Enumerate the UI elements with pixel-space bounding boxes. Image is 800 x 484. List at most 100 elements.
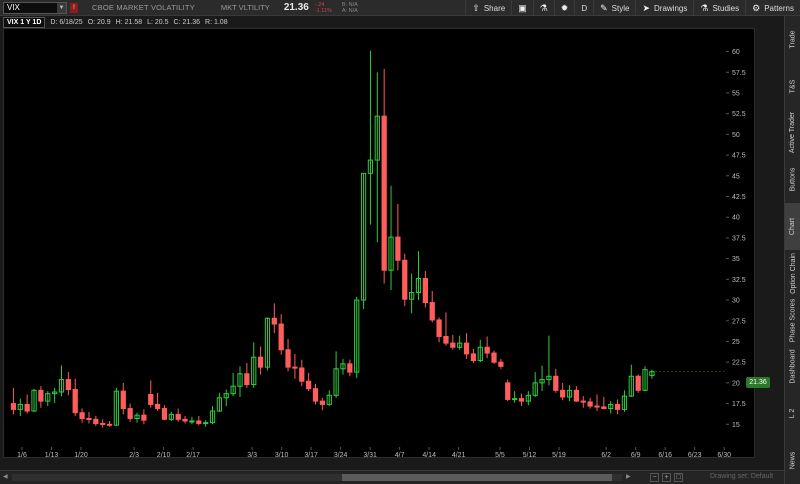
gear-icon: ✹ <box>560 2 569 13</box>
candle-body <box>553 375 559 391</box>
candle-body <box>614 403 621 410</box>
sidebar-tab-news[interactable]: News <box>785 437 800 484</box>
chevron-down-icon[interactable]: ▼ <box>57 2 66 13</box>
candle-body <box>573 389 580 402</box>
change-percent: -1.11% <box>314 7 332 14</box>
patterns-label: Patterns <box>764 3 794 13</box>
sidebar-tab-dashboard[interactable]: Dashboard <box>785 344 800 391</box>
candle-body <box>72 389 78 414</box>
flask-button[interactable]: ⚗ <box>532 0 554 16</box>
sidebar-tab-t-s[interactable]: T&S <box>785 63 800 110</box>
style-icon: ✎ <box>600 2 608 13</box>
price-change: -.24 -1.11% <box>315 2 332 14</box>
candle-body <box>560 389 566 398</box>
candle-body <box>141 414 147 421</box>
bid-value: B: N/A <box>341 1 358 8</box>
right-sidebar: Trade T&S Active Trader Buttons Chart Option … <box>784 16 800 484</box>
candle-body <box>154 403 161 410</box>
toolbar-right: ⇧ Share ▣ ⚗ ✹ D ✎ Style ➤ Drawings ⚗ Studies… <box>465 0 800 16</box>
y-tick-label: 42.5 <box>732 194 746 201</box>
drawing-set-label[interactable]: Drawing set: Default <box>710 473 773 480</box>
style-button[interactable]: ✎ Style <box>593 0 635 16</box>
candle-body <box>196 420 202 424</box>
drawings-button[interactable]: ➤ Drawings <box>635 0 693 16</box>
flask-icon: ⚗ <box>700 2 709 13</box>
sidebar-tab-trade[interactable]: Trade <box>785 16 800 63</box>
x-tick-label: 4/21 <box>452 452 466 459</box>
candle-body <box>299 367 305 382</box>
sidebar-tab-active-trader[interactable]: Active Trader <box>785 110 800 157</box>
candle-body <box>347 363 353 373</box>
sidebar-tab-label: Dashboard <box>789 349 797 385</box>
chart-area[interactable]: 15 17.5 20 22.5 25 27.5 30 32.5 35 37.5 40 42.5 45 47… <box>3 28 756 459</box>
time-scrollbar[interactable] <box>12 474 622 481</box>
x-tick-label: 2/3 <box>129 452 139 459</box>
symbol-text: VIX <box>7 2 20 12</box>
sidebar-tab-buttons[interactable]: Buttons <box>785 156 800 203</box>
aggregation-button[interactable]: D <box>574 0 593 16</box>
scrollbar-thumb[interactable] <box>342 474 612 481</box>
sidebar-tab-label: Trade <box>789 30 797 49</box>
y-tick-label: 57.5 <box>732 70 746 77</box>
y-tick-label: 17.5 <box>732 401 746 408</box>
patterns-button[interactable]: ⚙ Patterns <box>745 0 800 16</box>
sidebar-tab-option-chain[interactable]: Option Chain <box>785 250 800 297</box>
candle-body <box>79 412 85 419</box>
studies-label: Studies <box>712 3 740 13</box>
candle-body <box>498 361 504 367</box>
y-tick-label: 25 <box>732 339 740 346</box>
share-label: Share <box>483 3 506 13</box>
candle-body <box>86 417 92 420</box>
zoom-out-button[interactable]: − <box>650 473 659 482</box>
candle-body <box>189 420 195 423</box>
screenshot-icon: ▣ <box>518 2 527 13</box>
candle-body <box>257 356 264 368</box>
candle-body <box>518 398 525 402</box>
candle-body <box>175 413 181 420</box>
scroll-right-icon[interactable]: ▶ <box>626 473 631 480</box>
sidebar-tab-label: Option Chain <box>789 252 797 294</box>
x-tick-label: 3/24 <box>334 452 348 459</box>
x-tick-label: 3/17 <box>304 452 318 459</box>
bar-close: C: 21.36 <box>173 18 201 26</box>
y-tick-label: 22.5 <box>732 360 746 367</box>
bar-open: O: 20.9 <box>87 18 111 26</box>
y-tick-label: 55 <box>732 90 740 97</box>
candle-body <box>429 302 435 321</box>
candle-body <box>312 388 319 402</box>
share-button[interactable]: ⇧ Share <box>465 0 511 16</box>
zoom-in-button[interactable]: + <box>662 473 671 482</box>
candle-body <box>422 278 428 304</box>
symbol-flag-icon[interactable]: ! <box>70 2 78 13</box>
candle-body <box>161 408 168 420</box>
screenshot-button[interactable]: ▣ <box>511 0 533 16</box>
symbol-input[interactable]: VIX ▼ <box>3 1 67 14</box>
x-tick-label: 4/7 <box>395 452 405 459</box>
cursor-icon: ➤ <box>642 2 651 13</box>
candle-body <box>10 403 17 410</box>
y-tick-label: 35 <box>732 256 740 263</box>
sidebar-tab-chart[interactable]: Chart <box>785 203 800 250</box>
sidebar-tab-phase-scores[interactable]: Phase Scores <box>785 297 800 344</box>
studies-button[interactable]: ⚗ Studies <box>693 0 745 16</box>
timeframe-label[interactable]: VIX 1 Y 1D <box>3 16 46 28</box>
y-tick-label: 47.5 <box>732 153 746 160</box>
candle-body <box>127 408 133 419</box>
x-tick-label: 5/19 <box>552 452 566 459</box>
settings-button[interactable]: ✹ <box>553 0 575 16</box>
sidebar-tab-l-2[interactable]: L 2 <box>785 390 800 437</box>
x-tick-label: 6/9 <box>631 452 641 459</box>
drawings-label: Drawings <box>654 3 688 13</box>
candle-body <box>635 375 641 391</box>
sidebar-tab-label: News <box>789 451 797 470</box>
fit-button[interactable]: □ <box>674 473 683 482</box>
bar-date: D: 6/18/25 <box>50 18 83 26</box>
candle-body <box>319 400 326 405</box>
x-tick-label: 6/16 <box>658 452 672 459</box>
price-chart[interactable]: 15 17.5 20 22.5 25 27.5 30 32.5 35 37.5 40 42.5 45 47… <box>4 29 756 459</box>
scroll-left-icon[interactable]: ◀ <box>3 473 8 480</box>
candle-body <box>65 379 71 391</box>
bid-ask: B: N/A A: N/A <box>342 2 358 14</box>
candle-body <box>24 403 30 412</box>
style-label: Style <box>611 3 630 13</box>
